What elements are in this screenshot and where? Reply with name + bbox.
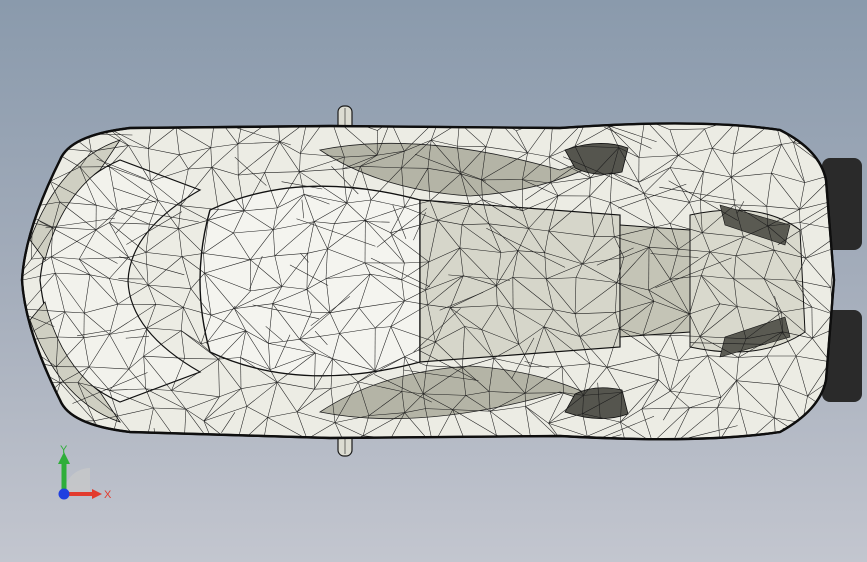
x-axis-label: X	[104, 489, 112, 501]
triad-plane-icon	[64, 468, 90, 494]
x-axis-arrowhead	[92, 489, 102, 499]
graphics-viewport[interactable]: Y X	[0, 0, 867, 562]
cockpit-canopy	[199, 185, 421, 377]
orientation-triad[interactable]: Y X	[48, 440, 118, 510]
y-axis-label: Y	[60, 444, 68, 456]
car-model[interactable]	[0, 0, 867, 562]
z-axis-dot	[58, 488, 70, 500]
